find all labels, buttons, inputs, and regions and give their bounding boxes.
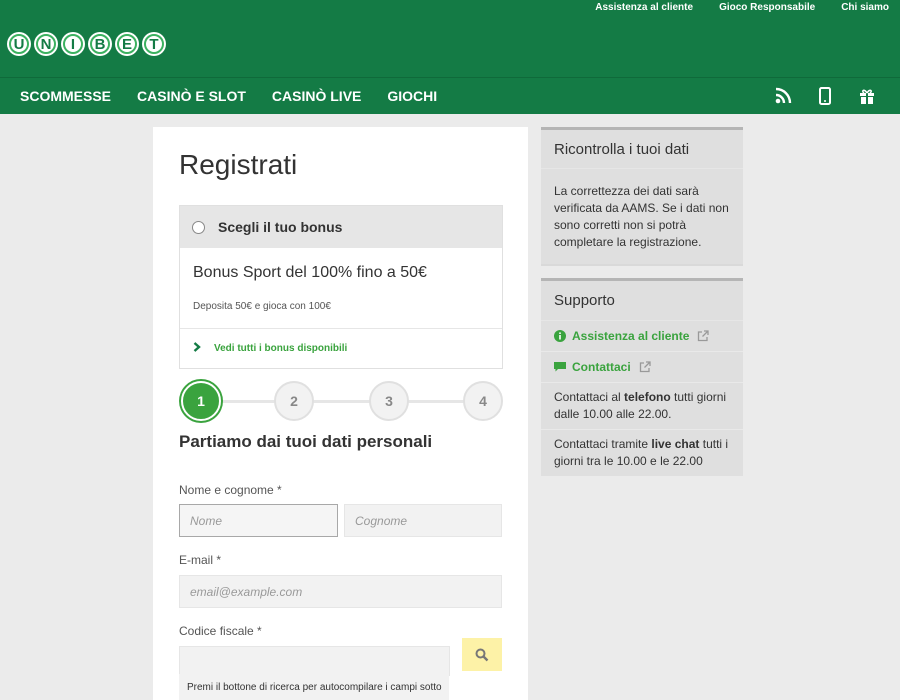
fiscal-code-search-button[interactable] [462, 638, 502, 671]
bonus-header[interactable]: Scegli il tuo bonus [180, 206, 502, 248]
nav-item-casino[interactable]: CASINÒ E SLOT [137, 88, 246, 104]
rss-icon[interactable] [774, 87, 792, 105]
nav-item-sports[interactable]: SCOMMESSE [20, 88, 111, 104]
bonus-name: Bonus Sport del 100% fino a 50€ [193, 264, 427, 281]
registration-stepper: 1 2 3 4 [179, 381, 503, 421]
logo-letter: I [61, 32, 85, 56]
logo-letter: B [88, 32, 112, 56]
divider [180, 328, 502, 329]
bonus-header-label: Scegli il tuo bonus [218, 219, 343, 235]
all-bonus-label: Vedi tutti i bonus disponibili [214, 343, 348, 354]
top-links: Assistenza al cliente Gioco Responsabile… [595, 2, 889, 13]
gift-icon[interactable] [858, 87, 876, 105]
check-data-title: Ricontrolla i tuoi dati [541, 130, 743, 169]
step-3: 3 [369, 381, 409, 421]
check-data-text: La correttezza dei dati sarà verificata … [541, 169, 743, 264]
external-link-icon [697, 330, 710, 342]
support-chat-row: Contattaci tramite live chat tutti i gio… [541, 430, 743, 476]
logo-letter: U [7, 32, 31, 56]
section-title: Partiamo dai tuoi dati personali [179, 432, 433, 451]
name-label: Nome e cognome * [179, 483, 282, 497]
step-4: 4 [463, 381, 503, 421]
support-phone-row: Contattaci al telefono tutti giorni dall… [541, 383, 743, 430]
support-phone-text: Contattaci al telefono tutti giorni dall… [554, 390, 727, 421]
stepper-line [199, 400, 481, 403]
top-link-responsible-gaming[interactable]: Gioco Responsabile [719, 2, 815, 13]
logo-letter: N [34, 32, 58, 56]
logo-letter: E [115, 32, 139, 56]
email-field[interactable]: email@example.com [179, 575, 502, 608]
email-label: E-mail * [179, 553, 222, 567]
support-panel: Supporto Assistenza al cliente Contattac… [541, 278, 743, 476]
support-chat-text: Contattaci tramite live chat tutti i gio… [554, 437, 729, 468]
support-contact-row[interactable]: Contattaci [541, 352, 743, 383]
mobile-icon[interactable] [816, 87, 834, 105]
search-icon [475, 648, 489, 661]
chat-icon [554, 361, 566, 373]
check-data-panel: Ricontrolla i tuoi dati La correttezza d… [541, 127, 743, 266]
fiscal-code-field[interactable] [179, 646, 450, 676]
fiscal-code-label: Codice fiscale * [179, 624, 262, 638]
chevron-right-icon [193, 342, 201, 355]
bonus-description: Deposita 50€ e gioca con 100€ [193, 301, 331, 312]
page-title: Registrati [179, 149, 298, 180]
support-title: Supporto [541, 281, 743, 321]
top-link-about[interactable]: Chi siamo [841, 2, 889, 13]
top-link-customer-care[interactable]: Assistenza al cliente [595, 2, 693, 13]
logo-letter: T [142, 32, 166, 56]
main-nav: SCOMMESSE CASINÒ E SLOT CASINÒ LIVE GIOC… [0, 77, 900, 114]
support-contact-link[interactable]: Contattaci [572, 360, 631, 374]
nav-item-live-casino[interactable]: CASINÒ LIVE [272, 88, 361, 104]
first-name-field[interactable]: Nome [179, 504, 338, 537]
bonus-radio[interactable] [192, 220, 205, 234]
support-help-link[interactable]: Assistenza al cliente [572, 329, 689, 343]
header-bar: Assistenza al cliente Gioco Responsabile… [0, 0, 900, 77]
step-1: 1 [181, 381, 221, 421]
external-link-icon [639, 361, 651, 373]
step-2: 2 [274, 381, 314, 421]
last-name-field[interactable]: Cognome [344, 504, 502, 537]
all-bonus-link[interactable]: Vedi tutti i bonus disponibili [193, 342, 347, 355]
nav-item-games[interactable]: GIOCHI [387, 88, 437, 104]
fiscal-code-hint: Premi il bottone di ricerca per autocomp… [179, 674, 449, 700]
unibet-logo[interactable]: U N I B E T [7, 32, 166, 56]
info-icon [554, 330, 566, 342]
support-help-row[interactable]: Assistenza al cliente [541, 321, 743, 352]
registration-card: Registrati Scegli il tuo bonus Bonus Spo… [153, 127, 528, 700]
bonus-box: Scegli il tuo bonus Bonus Sport del 100%… [179, 205, 503, 369]
